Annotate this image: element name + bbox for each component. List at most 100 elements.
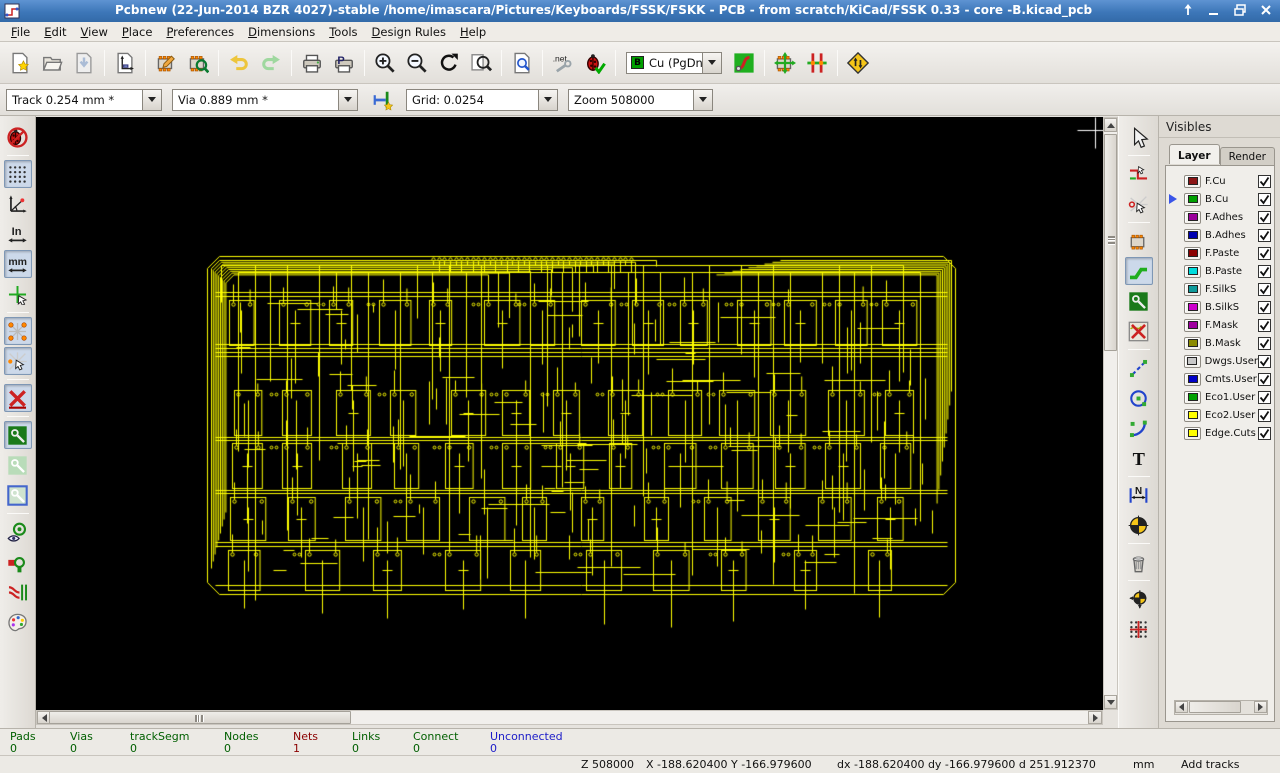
menu-tools[interactable]: Tools [322,23,364,41]
add-track-button[interactable] [1124,257,1153,285]
horizontal-scroll-thumb[interactable] [49,711,351,724]
layer-color-button[interactable] [1184,426,1201,440]
panel-scroll-right-button[interactable] [1254,701,1267,713]
layer-color-button[interactable] [1184,390,1201,404]
horizontal-scrollbar[interactable] [36,710,1103,725]
zones-sketch-button[interactable] [4,451,32,479]
chevron-down-icon[interactable] [338,89,357,110]
new-board-button[interactable] [5,48,35,78]
layer-visibility-checkbox[interactable] [1258,318,1271,332]
high-contrast-button[interactable] [4,608,32,636]
via-size-select[interactable]: Via 0.889 mm * [172,88,358,111]
layer-visibility-checkbox[interactable] [1258,174,1271,188]
chevron-down-icon[interactable] [142,89,161,110]
layer-color-button[interactable] [1184,282,1201,296]
menu-help[interactable]: Help [453,23,493,41]
undo-button[interactable] [224,48,254,78]
zoom-level-select[interactable]: Zoom 508000 [568,88,713,111]
panel-scroll-left-button[interactable] [1175,701,1188,713]
menu-design-rules[interactable]: Design Rules [365,23,453,41]
close-window-button[interactable] [1258,2,1274,18]
menu-file[interactable]: File [4,23,37,41]
grid-visibility-button[interactable] [3,160,32,188]
layer-color-button[interactable] [1184,192,1201,206]
layer-color-button[interactable] [1184,318,1201,332]
drc-off-button[interactable] [4,123,32,151]
zoom-in-button[interactable] [370,48,400,78]
pad-sketch-button[interactable] [4,548,32,576]
print-button[interactable] [297,48,327,78]
layer-color-button[interactable] [1184,300,1201,314]
general-ratsnest-button[interactable] [3,317,32,345]
vertical-scrollbar[interactable] [1103,117,1118,710]
menu-preferences[interactable]: Preferences [159,23,241,41]
units-inch-button[interactable]: In [4,220,32,248]
save-board-button[interactable] [69,48,99,78]
add-keepout-button[interactable] [1125,317,1153,345]
layer-visibility-checkbox[interactable] [1258,354,1271,368]
layer-color-button[interactable] [1184,408,1201,422]
footprint-mode-button[interactable] [770,48,800,78]
add-line-button[interactable] [1125,354,1153,382]
scroll-down-button[interactable] [1104,695,1117,709]
vertical-scroll-thumb[interactable] [1104,134,1117,351]
active-layer-select[interactable]: B Cu (PgDn) [626,51,722,74]
layer-visibility-checkbox[interactable] [1258,282,1271,296]
polar-coords-button[interactable] [4,190,32,218]
chevron-down-icon[interactable] [538,89,557,110]
module-ratsnest-button[interactable] [3,347,32,375]
panel-scroll-thumb[interactable] [1189,701,1241,713]
layer-visibility-checkbox[interactable] [1258,210,1271,224]
module-viewer-button[interactable] [183,48,213,78]
add-circle-button[interactable] [1125,384,1153,412]
scroll-up-button[interactable] [1104,118,1117,132]
layer-visibility-checkbox[interactable] [1258,228,1271,242]
freeroute-button[interactable] [729,48,759,78]
minimize-window-button[interactable] [1206,2,1222,18]
page-settings-button[interactable] [110,48,140,78]
auto-delete-track-button[interactable] [3,384,32,412]
layer-visibility-checkbox[interactable] [1258,426,1271,440]
menu-edit[interactable]: Edit [37,23,73,41]
track-drag-mode-button[interactable] [802,48,832,78]
highlight-net-button[interactable] [1125,160,1153,188]
menu-view[interactable]: View [74,23,115,41]
track-sketch-button[interactable] [4,578,32,606]
layer-visibility-checkbox[interactable] [1258,408,1271,422]
open-board-button[interactable] [37,48,67,78]
delete-tool-button[interactable] [1125,548,1153,576]
add-module-button[interactable] [1125,227,1153,255]
layer-color-button[interactable] [1184,246,1201,260]
netlist-button[interactable]: .net [548,48,578,78]
layer-color-button[interactable] [1184,228,1201,242]
chevron-down-icon[interactable] [693,89,712,110]
grid-origin-button[interactable] [1125,615,1153,643]
grid-size-select[interactable]: Grid: 0.0254 [406,88,558,111]
layer-color-button[interactable] [1184,174,1201,188]
layer-visibility-checkbox[interactable] [1258,264,1271,278]
redo-button[interactable] [256,48,286,78]
zones-nofill-button[interactable] [4,481,32,509]
find-button[interactable] [507,48,537,78]
layer-visibility-checkbox[interactable] [1258,390,1271,404]
plot-button[interactable]: P [329,48,359,78]
layer-visibility-checkbox[interactable] [1258,300,1271,314]
select-tool-button[interactable] [1125,123,1153,151]
layer-color-button[interactable] [1184,336,1201,350]
layer-visibility-checkbox[interactable] [1258,192,1271,206]
layer-visibility-checkbox[interactable] [1258,372,1271,386]
autoroute-mode-button[interactable] [843,48,873,78]
local-ratsnest-button[interactable] [1125,190,1153,218]
zoom-fit-button[interactable] [466,48,496,78]
layer-color-button[interactable] [1184,210,1201,224]
add-dimension-button[interactable]: N [1125,481,1153,509]
drc-button[interactable] [580,48,610,78]
shade-window-button[interactable] [1180,2,1196,18]
zones-filled-button[interactable] [3,421,32,449]
zoom-out-button[interactable] [402,48,432,78]
via-sketch-button[interactable] [4,518,32,546]
cursor-shape-button[interactable] [4,280,32,308]
auto-track-width-button[interactable] [369,86,397,114]
module-editor-button[interactable] [151,48,181,78]
units-mm-button[interactable]: mm [3,250,32,278]
